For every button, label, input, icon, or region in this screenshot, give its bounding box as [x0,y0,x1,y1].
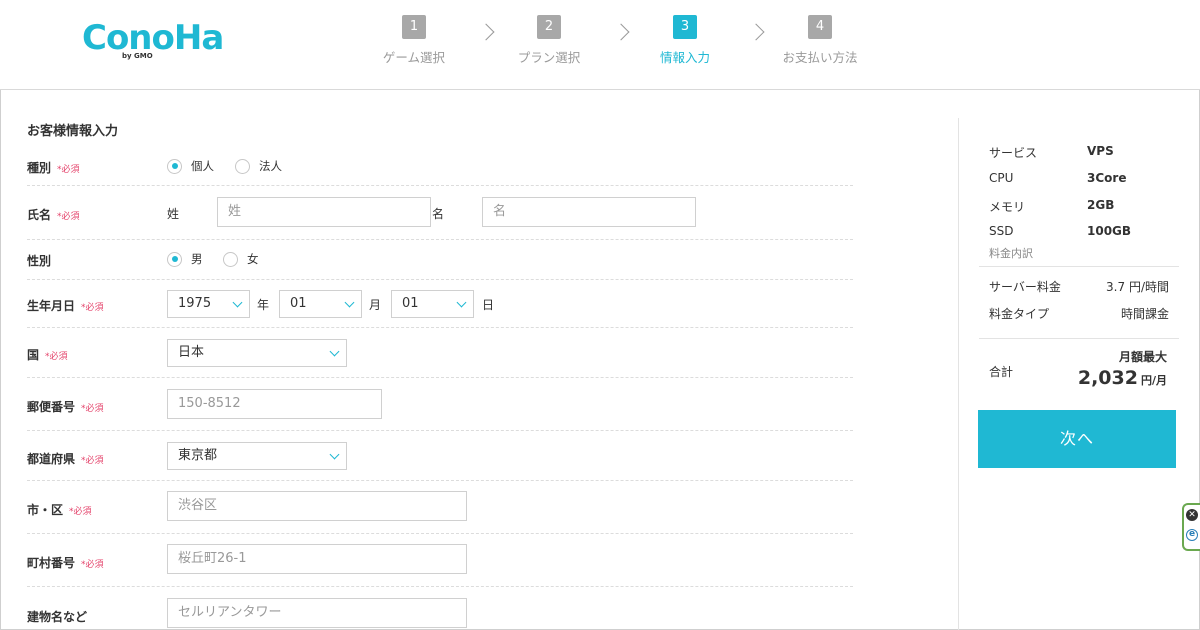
edge-widget[interactable]: ✕ e [1182,503,1200,551]
postal-label: 郵便番号 *必須 [27,400,104,414]
required-mark: *必須 [81,303,104,313]
row-birthdate: 生年月日 *必須 1975 年 01 月 01 日 [27,280,853,328]
required-mark: *必須 [69,507,92,517]
breakdown-label: 料金内訳 [989,247,1033,260]
required-mark: *必須 [45,352,68,362]
required-mark: *必須 [81,404,104,414]
step-label: 情報入力 [659,50,710,65]
total-amount: 2,032 [1077,367,1138,389]
radio-corporate[interactable]: 法人 [235,158,282,174]
row-prefecture: 都道府県 *必須 東京都 [27,431,853,481]
total-unit: 円/月 [1140,374,1167,387]
total-price: 2,032 円/月 [1078,367,1167,389]
country-select[interactable]: 日本 [167,339,347,367]
e-icon[interactable]: e [1186,529,1198,541]
step-number: 4 [808,15,832,39]
required-mark: *必須 [57,212,80,222]
divider [979,338,1179,339]
required-mark: *必須 [57,165,80,175]
row-building: 建物名など セルリアンタワー [27,587,853,630]
address-label: 町村番号 *必須 [27,556,104,570]
gender-label: 性別 [27,254,52,268]
radio-female[interactable]: 女 [223,251,259,267]
row-gender: 性別 男 女 [27,240,853,280]
city-label: 市・区 *必須 [27,503,92,517]
birth-day-select[interactable]: 01 [391,290,474,318]
city-input[interactable]: 渋谷区 [167,491,467,521]
step-label: お支払い方法 [782,50,858,65]
building-label: 建物名など [27,610,88,624]
last-name-label: 姓 [167,207,180,221]
radio-circle [167,251,182,267]
radio-male[interactable]: 男 [167,251,203,267]
radio-circle [167,158,182,174]
step-label: ゲーム選択 [382,50,446,65]
step-number: 1 [402,15,426,39]
logo-sub: by GMO [122,52,153,60]
step-2: 2 プラン選択 [479,15,619,66]
day-unit: 日 [482,298,495,312]
chevron-down-icon [329,449,340,460]
last-name-input[interactable]: 姓 [217,197,431,227]
chevron-down-icon [232,297,243,308]
row-postal: 郵便番号 *必須 150-8512 [27,378,853,431]
required-mark: *必須 [81,456,104,466]
prefecture-label: 都道府県 *必須 [27,452,104,466]
chevron-down-icon [456,297,467,308]
row-name: 氏名 *必須 姓 姓 名 名 [27,186,853,240]
prefecture-select[interactable]: 東京都 [167,442,347,470]
total-label: 合計 [989,365,1014,379]
step-3: 3 情報入力 [615,15,755,66]
name-label: 氏名 *必須 [27,208,80,222]
step-number: 2 [537,15,561,39]
first-name-label: 名 [432,207,445,221]
order-summary: サービス VPS CPU 3Core メモリ 2GB SSD 100GB 料金内訳 サー… [958,118,1200,630]
chevron-down-icon [329,346,340,357]
row-address: 町村番号 *必須 桜丘町26-1 [27,534,853,587]
divider [979,266,1179,267]
address-input[interactable]: 桜丘町26-1 [167,544,467,574]
type-label: 種別 *必須 [27,161,80,175]
row-country: 国 *必須 日本 [27,328,853,378]
header: ConoHa by GMO 1 ゲーム選択 2 プラン選択 3 情報入力 4 お… [0,0,1200,90]
step-number: 3 [673,15,697,39]
conoha-logo[interactable]: ConoHa by GMO [82,18,224,64]
month-unit: 月 [369,298,382,312]
step-4: 4 お支払い方法 [750,15,890,66]
step-1: 1 ゲーム選択 [344,15,484,66]
first-name-input[interactable]: 名 [482,197,696,227]
row-type: 種別 *必須 個人 法人 [27,146,853,186]
year-unit: 年 [257,298,270,312]
step-label: プラン選択 [517,50,581,65]
row-city: 市・区 *必須 渋谷区 [27,481,853,534]
birthdate-label: 生年月日 *必須 [27,299,104,313]
chevron-down-icon [344,297,355,308]
postal-input[interactable]: 150-8512 [167,389,382,419]
country-label: 国 *必須 [27,348,68,362]
close-icon[interactable]: ✕ [1186,509,1198,521]
radio-circle [223,251,238,267]
required-mark: *必須 [81,560,104,570]
radio-individual[interactable]: 個人 [167,158,214,174]
next-button[interactable]: 次へ [978,410,1176,468]
building-input[interactable]: セルリアンタワー [167,598,467,628]
birth-month-select[interactable]: 01 [279,290,362,318]
birth-year-select[interactable]: 1975 [167,290,250,318]
total-caption: 月額最大 [1118,350,1167,364]
form-title: お客様情報入力 [27,124,119,139]
radio-circle [235,158,250,174]
